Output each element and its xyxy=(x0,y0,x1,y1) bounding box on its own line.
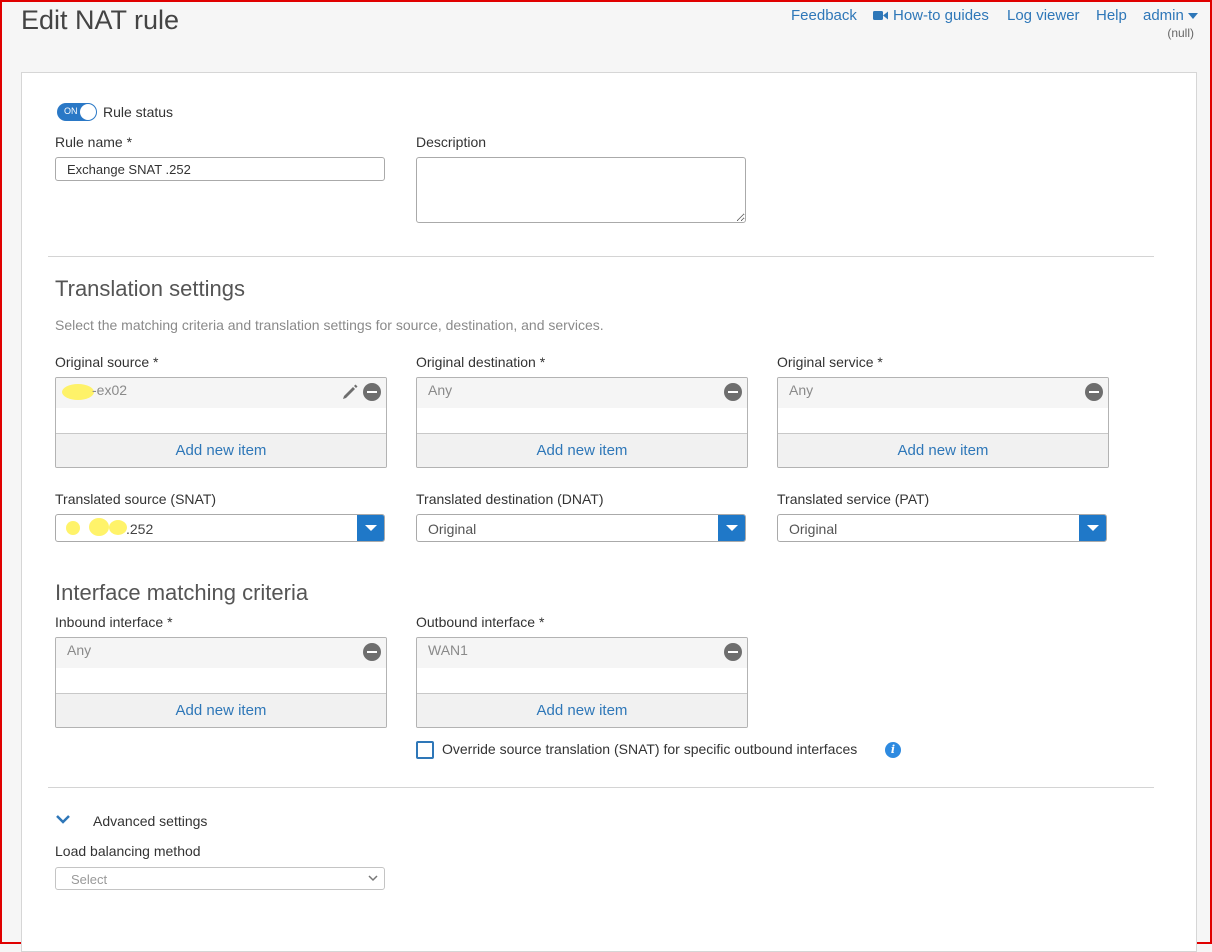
rule-status-label: Rule status xyxy=(103,104,174,120)
caret-down-icon xyxy=(1187,12,1198,19)
original-destination-label: Original destination * xyxy=(416,354,546,370)
page-title: Edit NAT rule xyxy=(21,5,180,35)
divider-bottom xyxy=(48,787,1154,788)
remove-circle-icon[interactable] xyxy=(363,383,381,401)
original-destination-list: Any Add new item xyxy=(416,377,748,468)
chevron-down-icon[interactable] xyxy=(55,814,71,824)
description-textarea[interactable] xyxy=(416,157,746,223)
original-destination-add-button[interactable]: Add new item xyxy=(417,433,747,467)
toggle-knob xyxy=(80,104,96,120)
redaction-mark xyxy=(89,518,109,536)
translation-settings-title: Translation settings xyxy=(55,276,245,301)
remove-circle-icon[interactable] xyxy=(363,643,381,661)
override-snat-label[interactable]: Override source translation (SNAT) for s… xyxy=(442,741,857,757)
redaction-mark xyxy=(109,520,127,535)
override-snat-checkbox[interactable] xyxy=(416,741,434,759)
howto-guides-label: How-to guides xyxy=(893,7,989,24)
help-link[interactable]: Help xyxy=(1096,7,1127,24)
user-subtitle: (null) xyxy=(1167,26,1194,40)
rule-name-input[interactable] xyxy=(55,157,385,181)
original-source-item-text: -ex02 xyxy=(92,382,128,398)
outbound-interface-label: Outbound interface * xyxy=(416,614,545,630)
divider-top xyxy=(48,256,1154,257)
user-name: admin xyxy=(1143,7,1184,24)
load-balancing-select[interactable]: Select xyxy=(55,867,385,890)
outbound-interface-add-button[interactable]: Add new item xyxy=(417,693,747,727)
inbound-interface-add-button[interactable]: Add new item xyxy=(56,693,386,727)
outbound-interface-list: WAN1 Add new item xyxy=(416,637,748,728)
original-source-item[interactable]: -ex02 xyxy=(56,378,386,408)
inbound-interface-item[interactable]: Any xyxy=(56,638,386,668)
remove-circle-icon[interactable] xyxy=(1085,383,1103,401)
translated-service-value: Original xyxy=(789,521,838,537)
rule-status-toggle[interactable]: ON xyxy=(57,103,97,121)
dropdown-arrow-icon[interactable] xyxy=(718,515,745,541)
redaction-mark xyxy=(62,384,94,400)
pencil-icon[interactable] xyxy=(341,383,359,401)
remove-circle-icon[interactable] xyxy=(724,643,742,661)
translated-destination-value: Original xyxy=(428,521,477,537)
outbound-interface-item[interactable]: WAN1 xyxy=(417,638,747,668)
user-menu[interactable]: admin xyxy=(1143,7,1198,24)
rule-name-label: Rule name * xyxy=(55,134,133,150)
original-service-item-text: Any xyxy=(789,382,814,398)
original-destination-item[interactable]: Any xyxy=(417,378,747,408)
load-balancing-value: Select xyxy=(71,872,108,887)
advanced-settings-toggle[interactable]: Advanced settings xyxy=(93,813,207,829)
remove-circle-icon[interactable] xyxy=(724,383,742,401)
translated-service-label: Translated service (PAT) xyxy=(777,491,930,507)
redaction-mark xyxy=(66,521,80,535)
toggle-on-text: ON xyxy=(64,106,78,116)
original-source-label: Original source * xyxy=(55,354,159,370)
original-service-add-button[interactable]: Add new item xyxy=(778,433,1108,467)
translated-service-select[interactable]: Original xyxy=(777,514,1107,542)
chevron-down-icon xyxy=(368,875,378,882)
interface-matching-title: Interface matching criteria xyxy=(55,580,309,605)
howto-guides-link[interactable]: How-to guides xyxy=(873,7,989,24)
original-service-list: Any Add new item xyxy=(777,377,1109,468)
original-service-label: Original service * xyxy=(777,354,883,370)
translated-destination-select[interactable]: Original xyxy=(416,514,746,542)
inbound-interface-item-text: Any xyxy=(67,642,92,658)
inbound-interface-list: Any Add new item xyxy=(55,637,387,728)
translated-source-value: .252 xyxy=(126,521,154,537)
original-destination-item-text: Any xyxy=(428,382,453,398)
translated-source-select[interactable]: .252 xyxy=(55,514,385,542)
original-service-item[interactable]: Any xyxy=(778,378,1108,408)
video-camera-icon xyxy=(873,11,888,20)
description-label: Description xyxy=(416,134,487,150)
feedback-link[interactable]: Feedback xyxy=(791,7,857,24)
original-source-list: -ex02 Add new item xyxy=(55,377,387,468)
translated-destination-label: Translated destination (DNAT) xyxy=(416,491,604,507)
log-viewer-link[interactable]: Log viewer xyxy=(1007,7,1080,24)
dropdown-arrow-icon[interactable] xyxy=(357,515,384,541)
load-balancing-label: Load balancing method xyxy=(55,843,201,859)
outbound-interface-item-text: WAN1 xyxy=(428,642,468,658)
translated-source-label: Translated source (SNAT) xyxy=(55,491,217,507)
dropdown-arrow-icon[interactable] xyxy=(1079,515,1106,541)
translation-settings-hint: Select the matching criteria and transla… xyxy=(55,317,604,333)
inbound-interface-label: Inbound interface * xyxy=(55,614,173,630)
info-icon[interactable]: i xyxy=(885,742,901,758)
original-source-add-button[interactable]: Add new item xyxy=(56,433,386,467)
